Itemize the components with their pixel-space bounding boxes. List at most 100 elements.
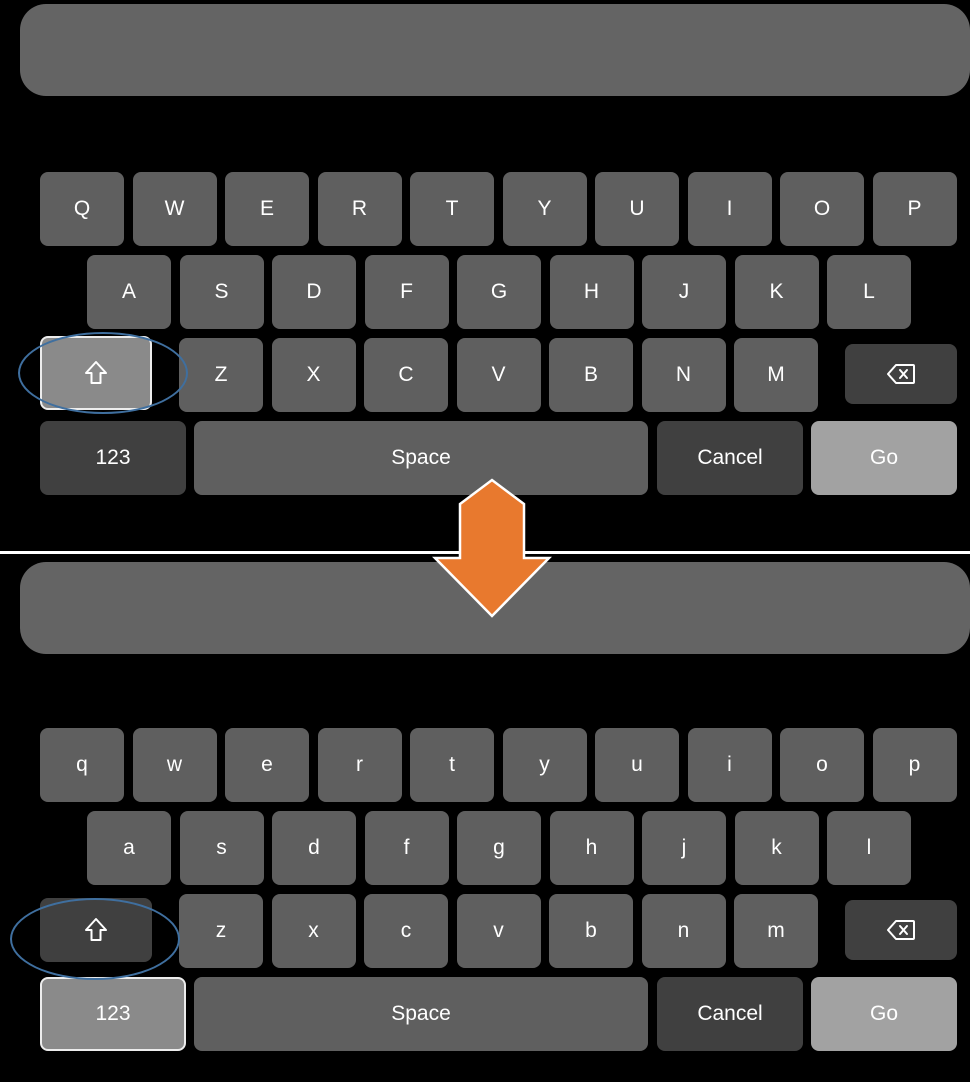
cancel-key[interactable]: Cancel (657, 977, 803, 1051)
key-O[interactable]: O (780, 172, 864, 246)
key-label: Q (73, 197, 91, 220)
key-label: V (491, 363, 506, 386)
key-label: 123 (95, 1002, 131, 1025)
key-l[interactable]: l (827, 811, 911, 885)
numbers-key[interactable]: 123 (40, 977, 186, 1051)
key-label: N (675, 363, 692, 386)
key-label: n (677, 919, 690, 942)
keyboard-lowercase: q w e r t y u i o p a s d f g h j k l z x c v b n m 123 Space Cancel… (0, 554, 970, 1082)
key-label: j (681, 836, 687, 859)
key-label: T (445, 197, 459, 220)
key-a[interactable]: a (87, 811, 171, 885)
backspace-key[interactable] (845, 900, 957, 960)
key-label: s (216, 836, 227, 859)
key-label: Cancel (697, 446, 763, 469)
key-label: p (908, 753, 921, 776)
key-Z[interactable]: Z (179, 338, 263, 412)
key-k[interactable]: k (734, 811, 819, 885)
key-label: z (215, 919, 227, 942)
key-Y[interactable]: Y (502, 172, 587, 246)
key-v[interactable]: v (456, 894, 541, 968)
key-m[interactable]: m (734, 894, 818, 968)
down-arrow-icon (431, 478, 553, 620)
key-label: G (490, 280, 508, 303)
backspace-icon (886, 919, 916, 941)
key-c[interactable]: c (364, 894, 448, 968)
key-S[interactable]: S (179, 255, 264, 329)
key-o[interactable]: o (780, 728, 864, 802)
key-H[interactable]: H (549, 255, 634, 329)
key-label: A (121, 280, 136, 303)
key-C[interactable]: C (364, 338, 448, 412)
key-u[interactable]: u (595, 728, 679, 802)
key-label: k (771, 836, 782, 859)
shift-key[interactable] (40, 898, 152, 962)
key-E[interactable]: E (225, 172, 309, 246)
key-label: w (166, 753, 183, 776)
key-L[interactable]: L (827, 255, 911, 329)
key-n[interactable]: n (641, 894, 726, 968)
backspace-key[interactable] (845, 344, 957, 404)
text-input-field[interactable] (20, 4, 970, 96)
key-D[interactable]: D (272, 255, 356, 329)
key-e[interactable]: e (225, 728, 309, 802)
key-q[interactable]: q (40, 728, 124, 802)
key-M[interactable]: M (734, 338, 818, 412)
space-key[interactable]: Space (194, 421, 648, 495)
key-x[interactable]: x (271, 894, 356, 968)
key-f[interactable]: f (364, 811, 449, 885)
key-p[interactable]: p (872, 728, 957, 802)
go-key[interactable]: Go (811, 977, 957, 1051)
key-J[interactable]: J (642, 255, 726, 329)
numbers-key[interactable]: 123 (40, 421, 186, 495)
key-N[interactable]: N (641, 338, 726, 412)
go-key[interactable]: Go (811, 421, 957, 495)
key-label: q (76, 753, 88, 776)
key-label: J (678, 280, 690, 303)
key-label: a (123, 836, 135, 859)
key-g[interactable]: g (457, 811, 541, 885)
key-G[interactable]: G (457, 255, 541, 329)
key-I[interactable]: I (687, 172, 772, 246)
key-A[interactable]: A (87, 255, 171, 329)
key-R[interactable]: R (317, 172, 402, 246)
space-key[interactable]: Space (194, 977, 648, 1051)
key-label: x (308, 919, 319, 942)
key-label: v (493, 919, 504, 942)
key-d[interactable]: d (272, 811, 356, 885)
key-K[interactable]: K (734, 255, 819, 329)
key-F[interactable]: F (364, 255, 449, 329)
key-label: y (539, 753, 550, 776)
key-W[interactable]: W (132, 172, 217, 246)
key-label: i (727, 753, 732, 776)
key-y[interactable]: y (502, 728, 587, 802)
key-r[interactable]: r (317, 728, 402, 802)
key-P[interactable]: P (872, 172, 957, 246)
key-s[interactable]: s (179, 811, 264, 885)
key-b[interactable]: b (549, 894, 633, 968)
key-label: Y (537, 197, 552, 220)
key-label: M (767, 363, 785, 386)
key-j[interactable]: j (642, 811, 726, 885)
key-label: Go (869, 1002, 898, 1025)
key-X[interactable]: X (271, 338, 356, 412)
key-B[interactable]: B (549, 338, 633, 412)
key-label: K (769, 280, 784, 303)
key-V[interactable]: V (456, 338, 541, 412)
key-label: d (308, 836, 320, 859)
key-t[interactable]: t (410, 728, 494, 802)
key-label: b (585, 919, 597, 942)
shift-key[interactable] (40, 336, 152, 410)
cancel-key[interactable]: Cancel (657, 421, 803, 495)
key-i[interactable]: i (687, 728, 772, 802)
key-Q[interactable]: Q (40, 172, 124, 246)
key-label: l (866, 836, 872, 859)
shift-arrow-icon (83, 916, 109, 944)
key-label: Space (391, 1002, 451, 1025)
key-label: C (398, 363, 414, 386)
key-w[interactable]: w (132, 728, 217, 802)
key-U[interactable]: U (595, 172, 679, 246)
key-z[interactable]: z (179, 894, 263, 968)
key-h[interactable]: h (549, 811, 634, 885)
key-T[interactable]: T (410, 172, 494, 246)
